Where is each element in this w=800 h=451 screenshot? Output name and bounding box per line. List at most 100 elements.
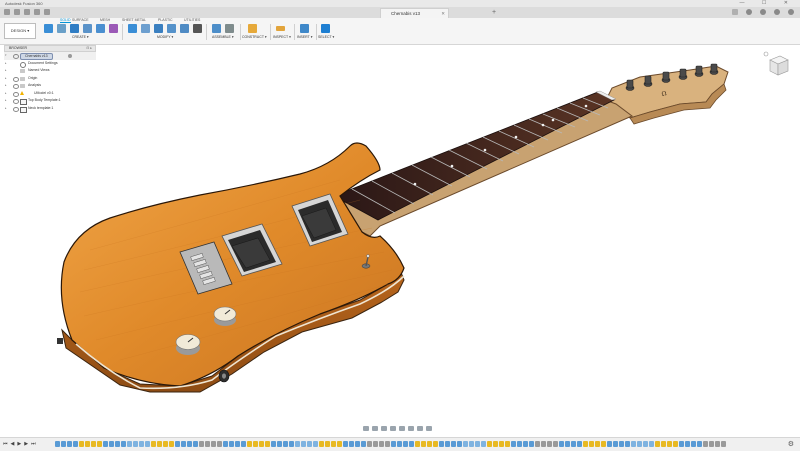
timeline-feature-icon[interactable] [691, 441, 696, 447]
timeline-feature-icon[interactable] [523, 441, 528, 447]
timeline-feature-icon[interactable] [415, 441, 420, 447]
timeline-feature-icon[interactable] [457, 441, 462, 447]
viewport-canvas[interactable]: Ω [0, 44, 800, 424]
press-pull-icon[interactable] [128, 24, 137, 33]
timeline-feature-icon[interactable] [487, 441, 492, 447]
timeline-feature-icon[interactable] [613, 441, 618, 447]
timeline-feature-icon[interactable] [619, 441, 624, 447]
output-jack[interactable] [218, 369, 230, 383]
timeline-feature-icon[interactable] [283, 441, 288, 447]
create-menu[interactable]: CREATE ▾ [72, 35, 89, 39]
timeline-feature-icon[interactable] [721, 441, 726, 447]
tab-solid[interactable]: SOLID [60, 18, 71, 23]
timeline-feature-icon[interactable] [355, 441, 360, 447]
timeline-feature-icon[interactable] [571, 441, 576, 447]
timeline-feature-icon[interactable] [391, 441, 396, 447]
tab-sheet-metal[interactable]: SHEET METAL [122, 18, 146, 22]
timeline-feature-icon[interactable] [241, 441, 246, 447]
browser-item-analysis[interactable]: ▸ Analysis [4, 82, 96, 90]
timeline-feature-icon[interactable] [211, 441, 216, 447]
visibility-eye-icon[interactable] [13, 99, 19, 104]
timeline-feature-icon[interactable] [121, 441, 126, 447]
guitar-body-top[interactable] [60, 142, 405, 387]
expand-triangle-icon[interactable]: ▸ [5, 75, 7, 83]
workspace-switcher-button[interactable]: DESIGN ▾ [4, 23, 36, 39]
timeline-feature-icon[interactable] [175, 441, 180, 447]
browser-collapse-icon[interactable]: ⊟ ▸ [86, 46, 92, 51]
timeline-feature-icon[interactable] [715, 441, 720, 447]
browser-item-top-body-template[interactable]: ▸ Top Body Template:1 [4, 97, 96, 105]
timeline-feature-icon[interactable] [403, 441, 408, 447]
timeline-feature-icon[interactable] [265, 441, 270, 447]
timeline-feature-icon[interactable] [331, 441, 336, 447]
timeline-feature-icon[interactable] [301, 441, 306, 447]
timeline-feature-icon[interactable] [649, 441, 654, 447]
save-icon[interactable] [24, 9, 30, 15]
timeline-feature-icon[interactable] [163, 441, 168, 447]
timeline-feature-icon[interactable] [595, 441, 600, 447]
timeline-feature-icon[interactable] [565, 441, 570, 447]
timeline-feature-icon[interactable] [127, 441, 132, 447]
timeline-feature-icon[interactable] [409, 441, 414, 447]
redo-icon[interactable] [44, 9, 50, 15]
pan-icon[interactable] [381, 425, 387, 431]
job-status-icon[interactable] [746, 9, 752, 15]
timeline-feature-icon[interactable] [577, 441, 582, 447]
browser-header[interactable]: BROWSER ⊟ ▸ [4, 45, 96, 52]
view-cube[interactable] [762, 50, 792, 80]
timeline-feature-icon[interactable] [661, 441, 666, 447]
fit-icon[interactable] [399, 425, 405, 431]
browser-root-component[interactable]: ▾ Chernabis v13 [4, 52, 96, 60]
select-icon[interactable] [321, 24, 330, 33]
timeline-feature-icon[interactable] [541, 441, 546, 447]
close-tab-icon[interactable]: ✕ [441, 9, 445, 18]
offset-plane-icon[interactable] [248, 24, 257, 33]
timeline-feature-icon[interactable] [469, 441, 474, 447]
timeline-feature-icon[interactable] [157, 441, 162, 447]
timeline-feature-icon[interactable] [151, 441, 156, 447]
visibility-eye-icon[interactable] [13, 106, 19, 112]
timeline-feature-icon[interactable] [643, 441, 648, 447]
new-component-icon[interactable] [212, 24, 221, 33]
browser-item-neck-template[interactable]: ▸ Neck template:1 [4, 105, 96, 113]
timeline-feature-icon[interactable] [421, 441, 426, 447]
timeline-feature-icon[interactable] [427, 441, 432, 447]
timeline-feature-icon[interactable] [295, 441, 300, 447]
timeline-feature-icon[interactable] [685, 441, 690, 447]
visibility-eye-icon[interactable] [13, 84, 19, 89]
help-icon[interactable] [774, 9, 780, 15]
timeline-feature-icon[interactable] [319, 441, 324, 447]
timeline-feature-icon[interactable] [379, 441, 384, 447]
orbit-icon[interactable] [363, 425, 369, 431]
timeline-feature-icon[interactable] [385, 441, 390, 447]
tone-knob[interactable] [175, 334, 201, 356]
timeline-feature-icon[interactable] [535, 441, 540, 447]
timeline-feature-icon[interactable] [697, 441, 702, 447]
timeline-feature-icon[interactable] [451, 441, 456, 447]
zoom-icon[interactable] [390, 425, 396, 431]
chamfer-icon[interactable] [154, 24, 163, 33]
expand-triangle-icon[interactable]: ▸ [5, 82, 7, 90]
timeline-forward-icon[interactable]: ▶ [24, 441, 28, 447]
timeline-feature-icon[interactable] [205, 441, 210, 447]
timeline-feature-icon[interactable] [583, 441, 588, 447]
new-tab-icon[interactable]: + [492, 8, 496, 17]
shell-icon[interactable] [167, 24, 176, 33]
timeline-feature-icon[interactable] [667, 441, 672, 447]
timeline-feature-icon[interactable] [631, 441, 636, 447]
extrude-icon[interactable] [57, 24, 66, 33]
timeline-feature-icon[interactable] [91, 441, 96, 447]
timeline-feature-icon[interactable] [73, 441, 78, 447]
timeline-feature-icon[interactable] [475, 441, 480, 447]
tab-utilities[interactable]: UTILITIES [184, 18, 200, 22]
create-sketch-icon[interactable] [44, 24, 53, 33]
timeline-end-icon[interactable]: ⏭ [31, 441, 36, 447]
timeline-feature-icon[interactable] [277, 441, 282, 447]
timeline-feature-icon[interactable] [61, 441, 66, 447]
collapse-triangle-icon[interactable]: ▾ [5, 52, 7, 60]
timeline-feature-icon[interactable] [229, 441, 234, 447]
visibility-eye-icon[interactable] [13, 76, 19, 82]
grid-settings-icon[interactable] [417, 425, 423, 431]
document-tab[interactable]: Chernabis v13 ✕ [380, 8, 450, 18]
display-settings-icon[interactable] [408, 425, 414, 431]
